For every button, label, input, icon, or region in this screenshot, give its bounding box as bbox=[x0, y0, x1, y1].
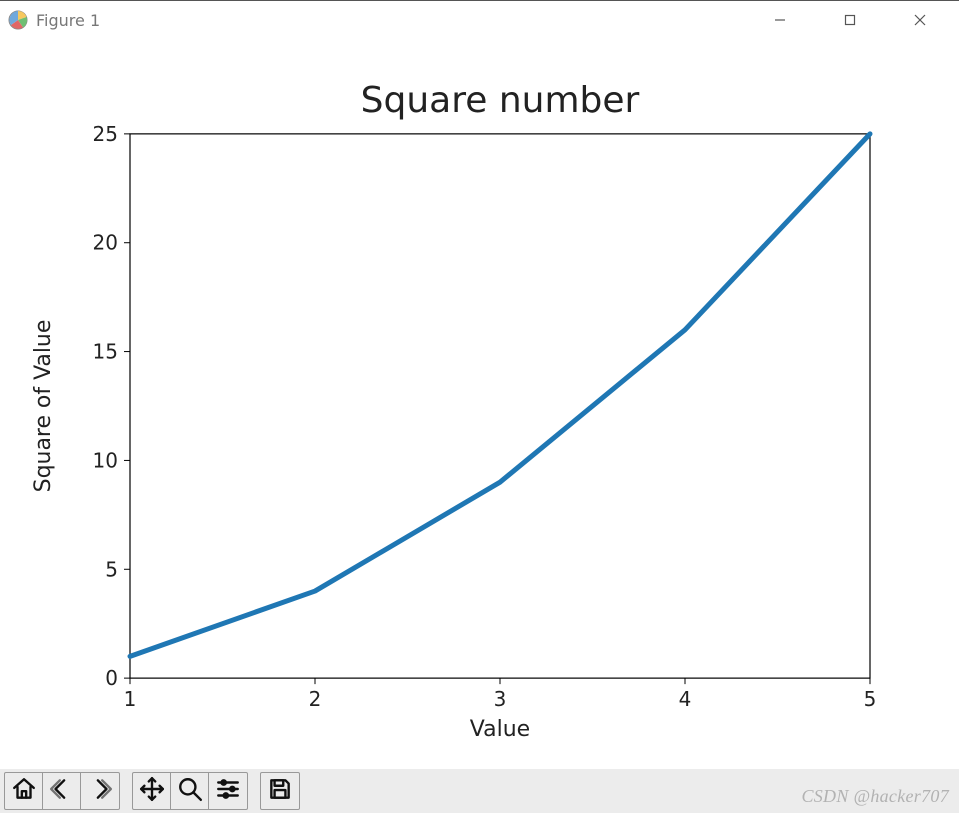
toolbar-group-save bbox=[260, 772, 300, 810]
figure-window: Figure 1 Square number 0 5 10 15 20 25 1 2 3 4 5 Val… bbox=[0, 0, 959, 813]
y-axis-label: Square of Value bbox=[31, 320, 56, 493]
navigation-toolbar: CSDN @hacker707 bbox=[0, 769, 959, 813]
save-icon bbox=[267, 776, 293, 806]
matplotlib-icon bbox=[8, 10, 28, 30]
x-tick-label: 3 bbox=[494, 687, 507, 711]
configure-subplots-button[interactable] bbox=[209, 773, 247, 809]
home-button[interactable] bbox=[5, 773, 43, 809]
y-tick-label: 10 bbox=[93, 448, 118, 472]
plot-canvas[interactable]: Square number 0 5 10 15 20 25 1 2 3 4 5 Value Square … bbox=[0, 39, 959, 769]
axes-frame bbox=[130, 134, 870, 678]
zoom-button[interactable] bbox=[171, 773, 209, 809]
toolbar-group-view bbox=[132, 772, 248, 810]
chart-svg: Square number 0 5 10 15 20 25 1 2 3 4 5 Value Square … bbox=[0, 39, 959, 769]
window-title: Figure 1 bbox=[36, 11, 100, 30]
pan-button[interactable] bbox=[133, 773, 171, 809]
y-tick-label: 15 bbox=[93, 340, 118, 364]
x-tick-label: 4 bbox=[679, 687, 692, 711]
close-button[interactable] bbox=[885, 1, 955, 39]
toolbar-group-nav bbox=[4, 772, 120, 810]
y-tick-label: 25 bbox=[93, 122, 118, 146]
arrow-right-icon bbox=[87, 776, 113, 806]
y-tick-label: 5 bbox=[105, 557, 118, 581]
move-icon bbox=[139, 776, 165, 806]
home-icon bbox=[11, 776, 37, 806]
back-button[interactable] bbox=[43, 773, 81, 809]
x-tick-label: 5 bbox=[864, 687, 877, 711]
arrow-left-icon bbox=[49, 776, 75, 806]
titlebar: Figure 1 bbox=[0, 1, 959, 39]
chart-title: Square number bbox=[361, 80, 640, 121]
y-tick-label: 20 bbox=[93, 231, 118, 255]
x-tick-label: 2 bbox=[309, 687, 322, 711]
watermark: CSDN @hacker707 bbox=[801, 786, 949, 807]
forward-button[interactable] bbox=[81, 773, 119, 809]
zoom-icon bbox=[177, 776, 203, 806]
x-axis-label: Value bbox=[470, 717, 530, 742]
minimize-button[interactable] bbox=[745, 1, 815, 39]
y-tick-label: 0 bbox=[105, 666, 118, 690]
data-line bbox=[130, 134, 870, 656]
sliders-icon bbox=[215, 776, 241, 806]
save-button[interactable] bbox=[261, 773, 299, 809]
maximize-button[interactable] bbox=[815, 1, 885, 39]
x-tick-label: 1 bbox=[124, 687, 137, 711]
